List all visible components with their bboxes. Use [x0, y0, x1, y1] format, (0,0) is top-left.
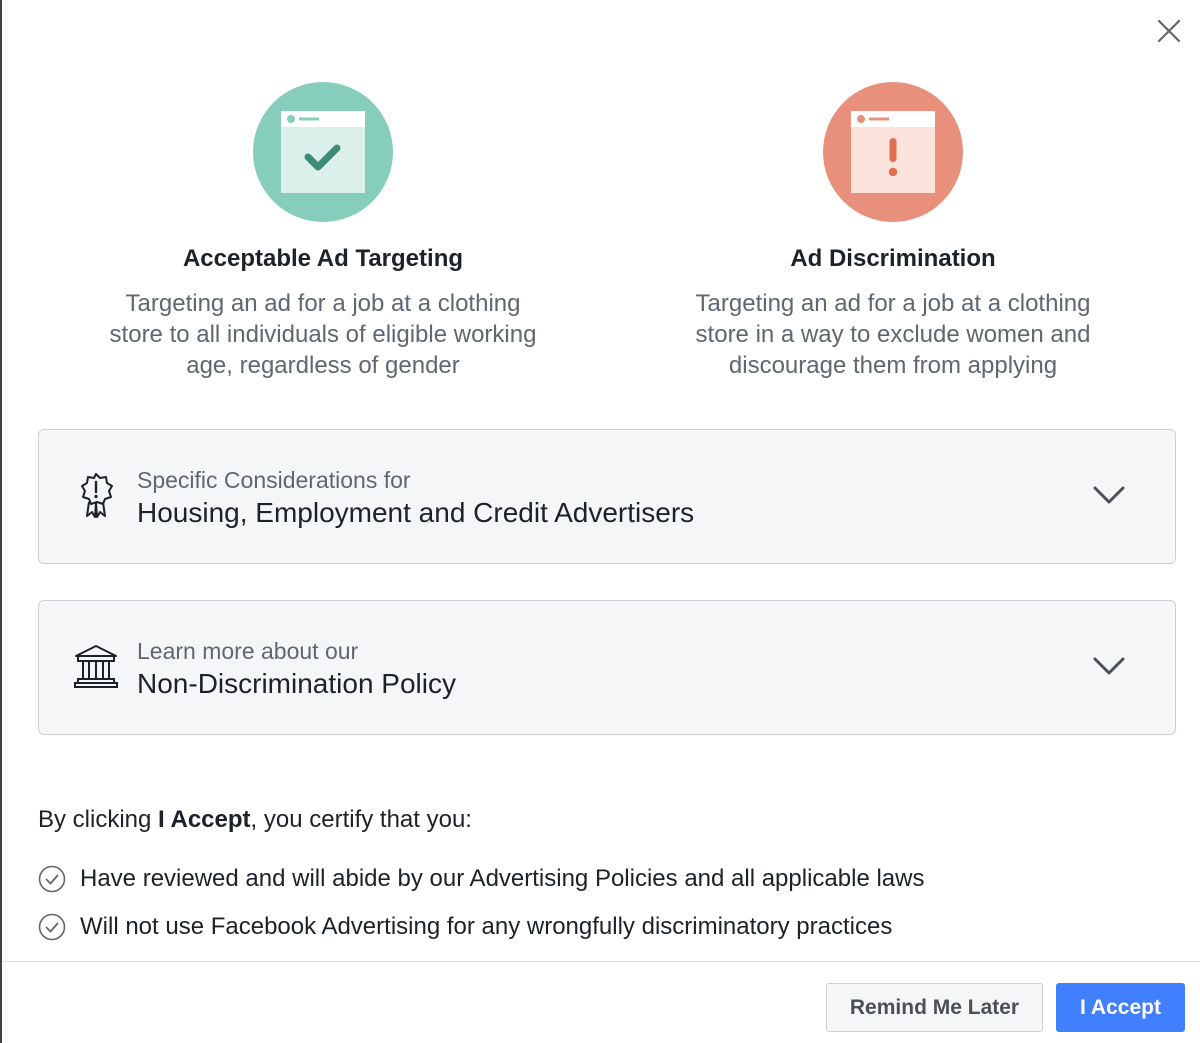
chevron-down-icon[interactable]: [1091, 653, 1127, 679]
remind-me-later-button[interactable]: Remind Me Later: [826, 983, 1043, 1032]
ribbon-alert-icon: [73, 470, 119, 520]
checklist-text: Will not use Facebook Advertising for an…: [80, 913, 893, 940]
discrimination-description: Targeting an ad for a job at a clothing …: [695, 290, 1091, 379]
certify-statement: By clicking I Accept, you certify that y…: [38, 804, 472, 836]
acceptable-example: Acceptable Ad Targeting Targeting an ad …: [73, 82, 573, 381]
close-icon: [1157, 19, 1181, 43]
discrimination-title: Ad Discrimination: [790, 245, 996, 272]
browser-window-check-icon: [253, 82, 393, 222]
accordion-title: Housing, Employment and Credit Advertise…: [137, 497, 695, 528]
non-discrimination-policy-accordion[interactable]: Learn more about our Non-Discrimination …: [38, 600, 1176, 735]
accordion-title: Non-Discrimination Policy: [137, 668, 456, 699]
accordion-subtitle: Specific Considerations for: [137, 467, 411, 493]
browser-window-exclamation-icon: [823, 82, 963, 222]
dialog-footer: Remind Me Later I Accept: [2, 961, 1200, 1043]
discrimination-example: Ad Discrimination Targeting an ad for a …: [643, 82, 1143, 381]
certify-prefix: By clicking: [38, 806, 159, 833]
check-circle-icon: [38, 913, 66, 941]
accept-button[interactable]: I Accept: [1056, 983, 1185, 1032]
list-item: Will not use Facebook Advertising for an…: [38, 910, 892, 944]
close-button[interactable]: [1154, 16, 1184, 46]
chevron-down-icon[interactable]: [1091, 482, 1127, 508]
list-item: Have reviewed and will abide by our Adve…: [38, 862, 924, 896]
housing-employment-credit-accordion[interactable]: Specific Considerations for Housing, Emp…: [38, 429, 1176, 564]
check-circle-icon: [38, 865, 66, 893]
acceptable-description: Targeting an ad for a job at a clothing …: [109, 290, 537, 379]
certify-bold: I Accept: [158, 806, 251, 833]
acceptable-title: Acceptable Ad Targeting: [182, 245, 464, 272]
checklist-text: Have reviewed and will abide by our Adve…: [80, 865, 925, 892]
accordion-subtitle: Learn more about our: [137, 638, 359, 664]
certification-dialog: Acceptable Ad Targeting Targeting an ad …: [0, 0, 1200, 1043]
certify-suffix: , you certify that you:: [250, 806, 472, 833]
building-columns-icon: [73, 641, 119, 691]
targeting-examples: Acceptable Ad Targeting Targeting an ad …: [2, 82, 1200, 392]
